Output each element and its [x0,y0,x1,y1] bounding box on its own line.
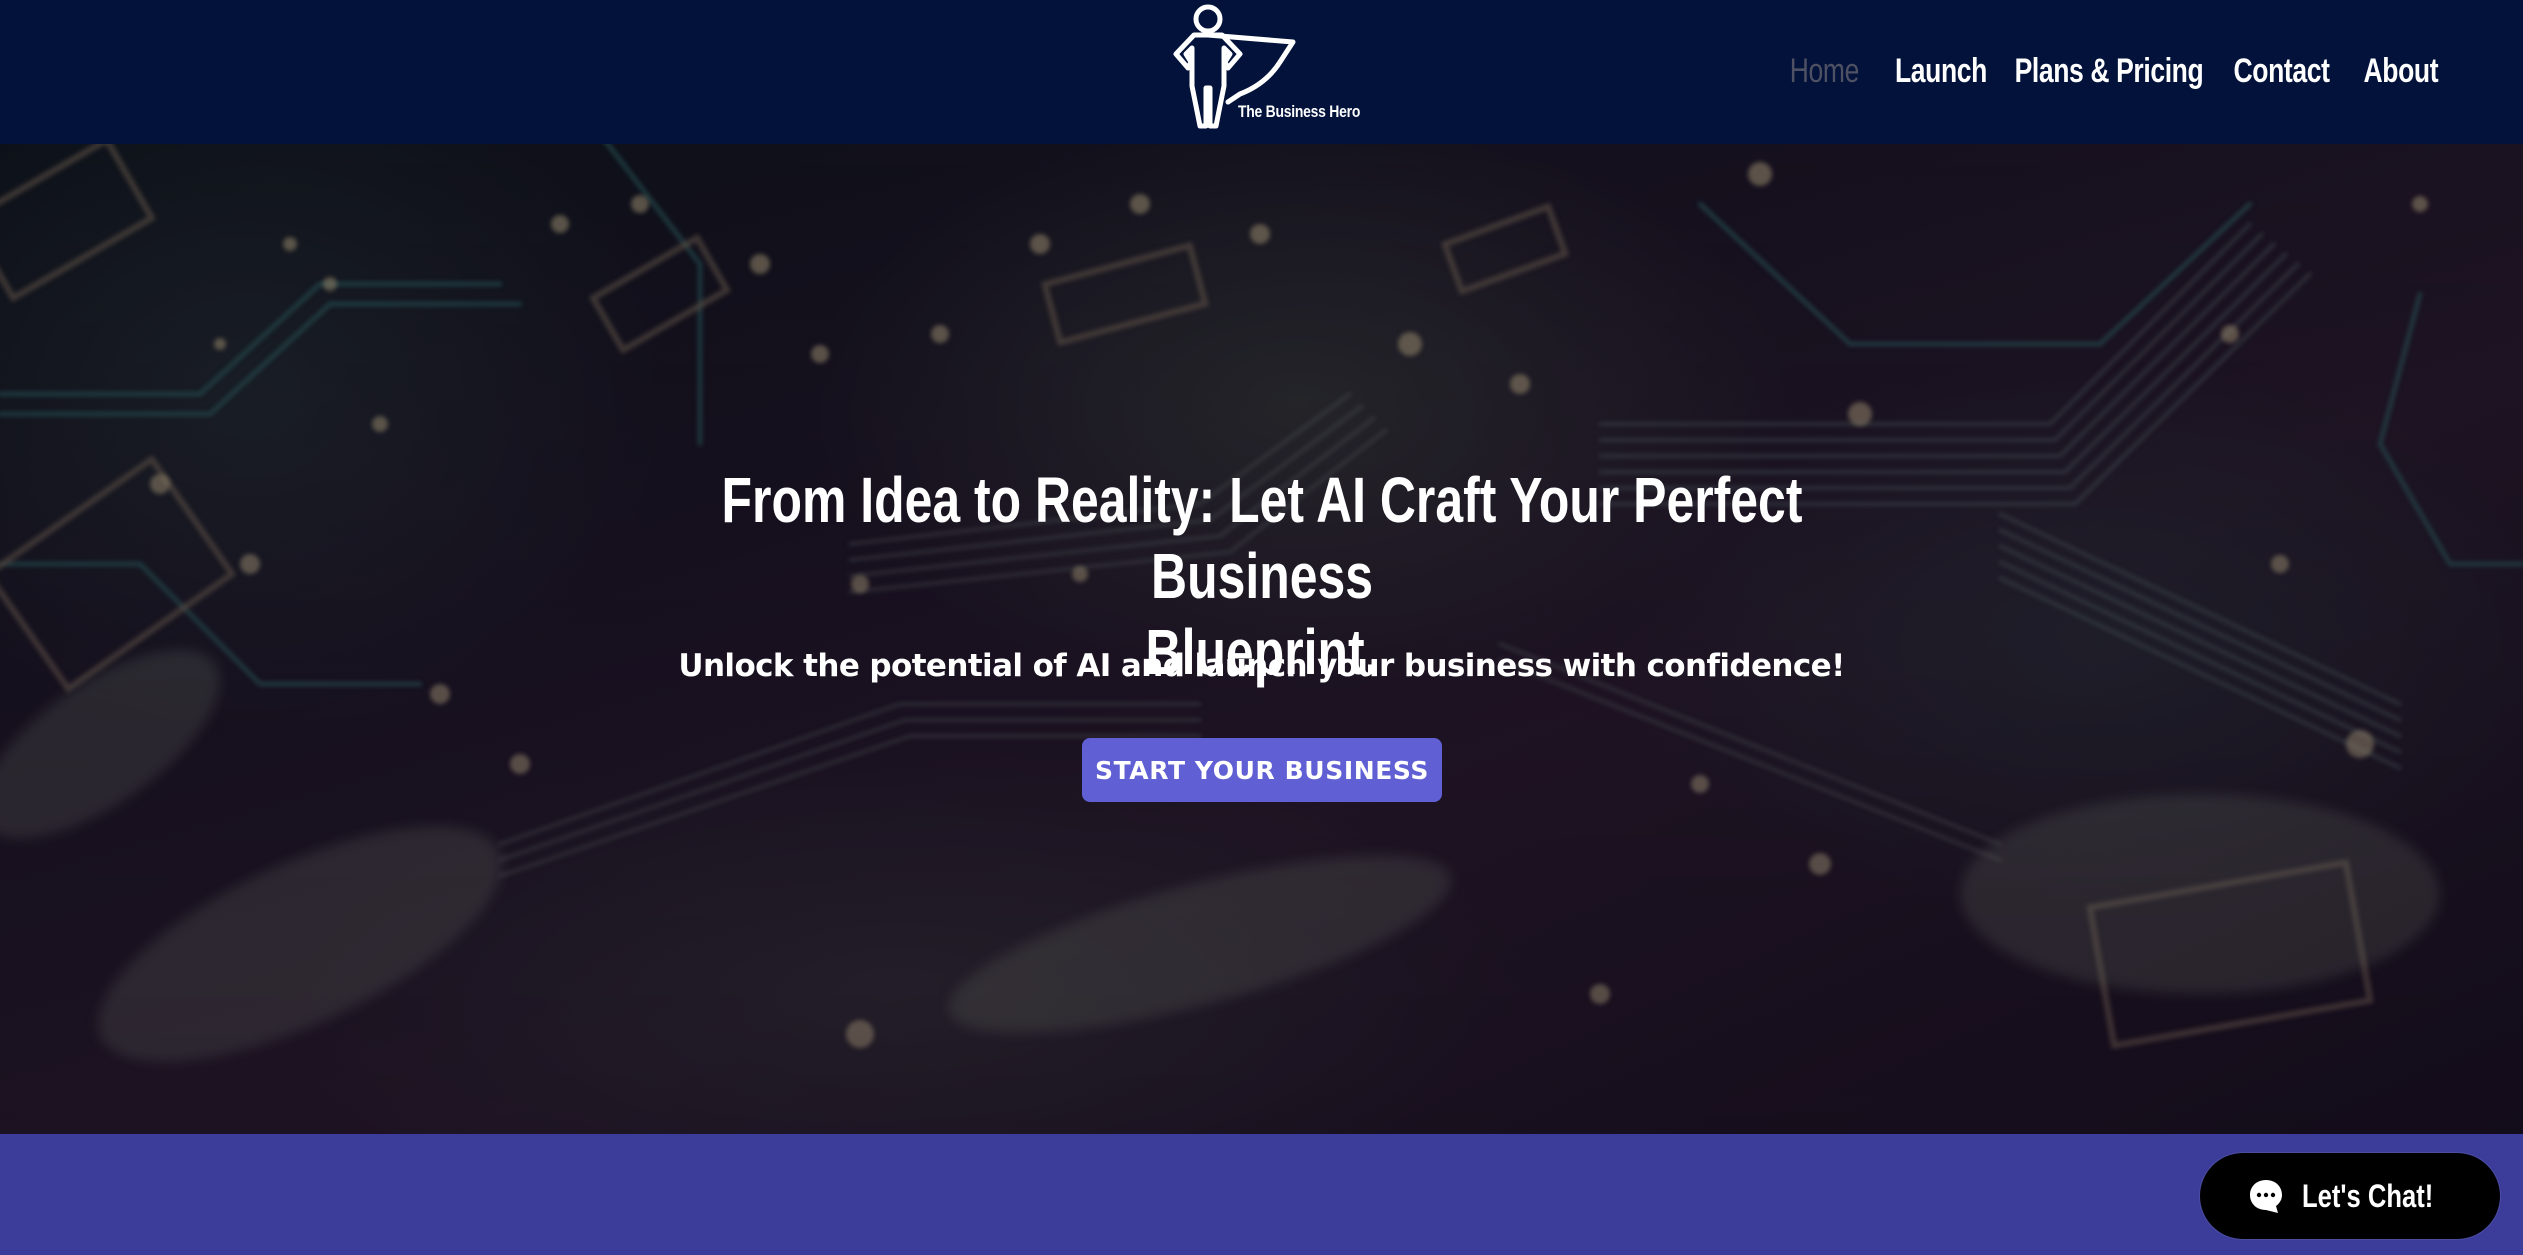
start-your-business-button[interactable]: START YOUR BUSINESS [1082,738,1442,802]
brand-logo[interactable]: The Business Hero [1168,2,1368,132]
nav-contact[interactable]: Contact [2234,52,2330,91]
brand-name: The Business Hero [1238,102,1361,121]
next-section-band [0,1134,2523,1255]
nav-launch[interactable]: Launch [1895,52,1987,91]
hero-section: From Idea to Reality: Let AI Craft Your … [0,144,2523,1134]
main-nav: Home Launch Plans & Pricing Contact Abou… [1788,52,2441,91]
hero-title-line1: From Idea to Reality: Let AI Craft Your … [721,464,1802,612]
hero-subtitle: Unlock the potential of AI and launch yo… [678,648,1845,684]
site-header: The Business Hero Home Launch Plans & Pr… [0,0,2523,144]
chat-label: Let's Chat! [2302,1177,2434,1214]
nav-home[interactable]: Home [1789,52,1859,91]
nav-plans-pricing[interactable]: Plans & Pricing [2015,52,2204,91]
chat-bubble-icon [2248,1178,2284,1214]
nav-about[interactable]: About [2364,52,2439,91]
lets-chat-button[interactable]: Let's Chat! [2200,1153,2500,1239]
